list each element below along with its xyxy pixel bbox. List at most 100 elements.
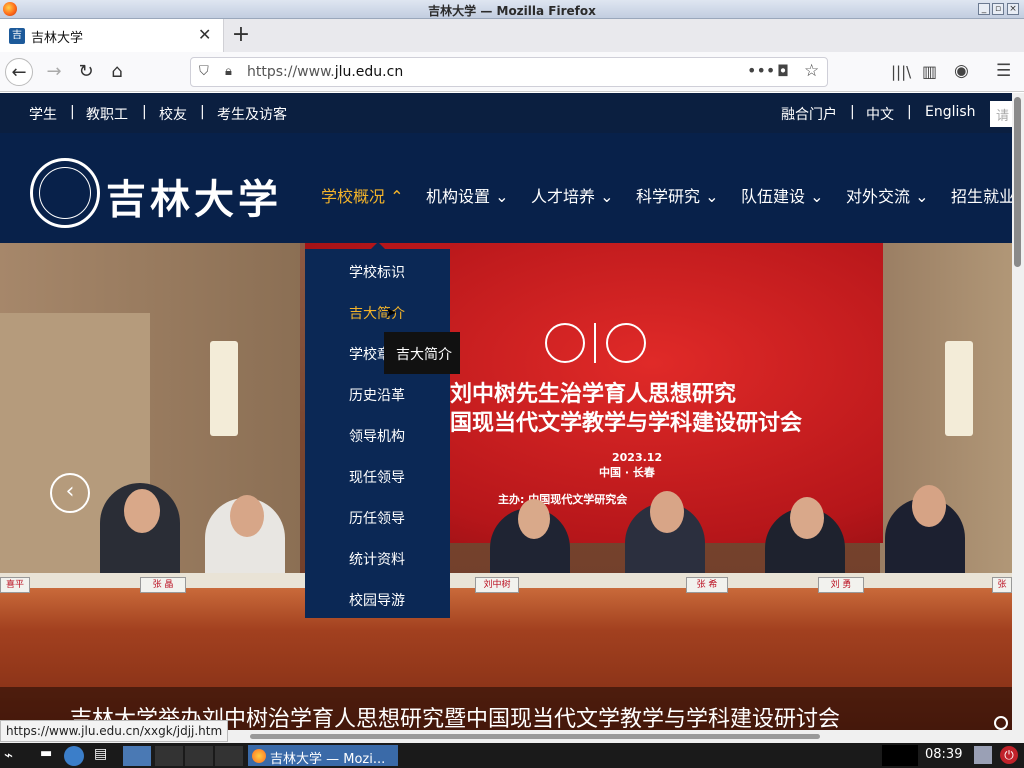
dropdown-item-former-leaders[interactable]: 历任领导 xyxy=(349,508,405,528)
user-switch-icon[interactable] xyxy=(974,746,992,764)
chevron-down-icon: ⌄ xyxy=(915,187,929,206)
menu-label: 招生就业 xyxy=(951,187,1012,206)
tab-title: 吉林大学 xyxy=(31,31,84,46)
horizontal-scroll-thumb[interactable] xyxy=(250,734,820,739)
file-manager-icon[interactable]: ▤ xyxy=(94,746,116,766)
banner-date: 2023.12 xyxy=(612,451,663,464)
url-text[interactable]: https://www.jlu.edu.cn xyxy=(247,64,403,80)
dropdown-item-campus-tour[interactable]: 校园导游 xyxy=(349,590,405,610)
link-english[interactable]: English xyxy=(925,104,976,120)
workspace-2[interactable] xyxy=(185,746,213,766)
start-menu-icon[interactable]: ⌁ xyxy=(4,746,30,766)
forward-button[interactable]: → xyxy=(40,58,68,86)
menu-label: 人才培养 xyxy=(531,187,596,206)
university-seal-logo[interactable] xyxy=(30,158,100,228)
close-tab-icon[interactable]: ✕ xyxy=(198,25,211,44)
workspace-1[interactable] xyxy=(155,746,183,766)
firefox-icon xyxy=(252,749,266,763)
hero-slider[interactable]: 刘中树先生治学育人思想研究 国现当代文学教学与学科建设研讨会 2023.12 中… xyxy=(0,243,1012,730)
nameplate: 刘 勇 xyxy=(818,577,864,593)
workspace-3[interactable] xyxy=(215,746,243,766)
separator: | xyxy=(850,104,855,120)
site-header: 吉林大学 学校概况 ⌃ 机构设置 ⌄ 人才培养 ⌄ 科学研究 ⌄ 队伍建设 ⌄ … xyxy=(0,133,1012,243)
wall-lamp xyxy=(210,341,238,436)
banner-place: 中国 · 长春 xyxy=(599,466,655,479)
bookmark-star-icon[interactable]: ☆ xyxy=(804,61,819,81)
menu-label: 机构设置 xyxy=(426,187,491,206)
slider-prev-button[interactable]: ‹ xyxy=(50,473,90,513)
wall-lamp xyxy=(945,341,973,436)
link-visitors[interactable]: 考生及访客 xyxy=(217,104,287,124)
sidebar-icon[interactable]: ▥ xyxy=(922,62,937,81)
dropdown-arrow xyxy=(371,242,385,249)
menu-research[interactable]: 科学研究 ⌄ xyxy=(636,183,719,207)
link-portal[interactable]: 融合门户 xyxy=(781,104,837,124)
shield-icon[interactable]: ⛉ xyxy=(199,64,209,79)
url-domain: jlu.edu.cn xyxy=(334,64,404,80)
slider-pause-button[interactable] xyxy=(994,716,1008,730)
chevron-down-icon: ⌄ xyxy=(600,187,614,206)
lock-icon[interactable]: 🔒︎ xyxy=(225,64,232,79)
url-bar[interactable]: ⛉ 🔒︎ https://www.jlu.edu.cn ••• ◘ ☆ xyxy=(190,57,828,87)
person-face xyxy=(124,489,160,533)
menu-departments[interactable]: 机构设置 ⌄ xyxy=(426,183,509,207)
chevron-down-icon: ⌄ xyxy=(495,187,509,206)
university-name-logo[interactable]: 吉林大学 xyxy=(106,167,282,225)
new-tab-button[interactable]: + xyxy=(230,22,252,47)
taskbar-task-label: 吉林大学 — Mozi... xyxy=(270,752,386,767)
window-titlebar: 吉林大学 — Mozilla Firefox _ ▫ × xyxy=(0,0,1024,19)
chevron-up-icon: ⌃ xyxy=(390,187,404,206)
browser-launcher-icon[interactable] xyxy=(64,746,84,766)
about-dropdown-menu: 学校标识 吉大简介 学校章 历史沿革 领导机构 现任领导 历任领导 统计资料 校… xyxy=(305,249,450,618)
menu-education[interactable]: 人才培养 ⌄ xyxy=(531,183,614,207)
separator: | xyxy=(200,104,205,120)
menu-about[interactable]: 学校概况 ⌃ xyxy=(321,183,404,207)
back-button[interactable]: ← xyxy=(5,58,33,86)
person-face xyxy=(790,497,824,539)
page-actions-icon[interactable]: ••• xyxy=(747,61,775,80)
window-title: 吉林大学 — Mozilla Firefox xyxy=(428,4,596,18)
navigation-toolbar: ← → ↻ ⌂ ⛉ 🔒︎ https://www.jlu.edu.cn ••• … xyxy=(0,52,1024,92)
separator: | xyxy=(907,104,912,120)
dropdown-item-history[interactable]: 历史沿革 xyxy=(349,385,405,405)
close-window-button[interactable]: × xyxy=(1007,3,1019,15)
menu-icon[interactable]: ☰ xyxy=(996,61,1011,81)
dropdown-item-leadership-bodies[interactable]: 领导机构 xyxy=(349,426,405,446)
person-face xyxy=(650,491,684,533)
show-desktop-icon[interactable]: ▬ xyxy=(40,746,58,766)
banner-title-line2: 国现当代文学教学与学科建设研讨会 xyxy=(450,411,803,436)
link-students[interactable]: 学生 xyxy=(29,104,57,124)
menu-faculty[interactable]: 队伍建设 ⌄ xyxy=(741,183,824,207)
menu-admissions[interactable]: 招生就业 xyxy=(951,183,1012,207)
banner-divider xyxy=(594,323,596,363)
dropdown-item-statistics[interactable]: 统计资料 xyxy=(349,549,405,569)
vertical-scroll-thumb[interactable] xyxy=(1014,97,1021,267)
menu-label: 队伍建设 xyxy=(741,187,806,206)
taskbar-firefox-window[interactable]: 吉林大学 — Mozi... xyxy=(248,745,398,767)
browser-tab[interactable]: 吉 吉林大学 ✕ xyxy=(0,19,224,52)
link-alumni[interactable]: 校友 xyxy=(159,104,187,124)
site-favicon-icon: 吉 xyxy=(9,28,25,44)
banner-title-line1: 刘中树先生治学育人思想研究 xyxy=(450,382,737,407)
menu-international[interactable]: 对外交流 ⌄ xyxy=(846,183,929,207)
menu-label: 对外交流 xyxy=(846,187,911,206)
pocket-icon[interactable]: ◘ xyxy=(777,62,789,80)
nameplate: 张 xyxy=(992,577,1012,593)
mouse-cursor-icon: ➤ xyxy=(385,305,397,321)
library-icon[interactable]: |||\ xyxy=(891,63,911,81)
link-chinese[interactable]: 中文 xyxy=(866,104,894,124)
firefox-launcher-icon[interactable] xyxy=(123,746,151,766)
separator: | xyxy=(142,104,147,120)
minimize-button[interactable]: _ xyxy=(978,3,990,15)
power-icon[interactable]: ⏻ xyxy=(1000,746,1018,764)
home-button[interactable]: ⌂ xyxy=(103,58,131,86)
taskbar-clock[interactable]: 08:39 xyxy=(925,747,962,762)
account-icon[interactable]: ◉ xyxy=(954,61,969,81)
maximize-button[interactable]: ▫ xyxy=(992,3,1004,15)
nameplate: 喜平 xyxy=(0,577,30,593)
dropdown-item-identity[interactable]: 学校标识 xyxy=(349,262,405,282)
vertical-scrollbar[interactable] xyxy=(1012,93,1024,743)
dropdown-item-current-leaders[interactable]: 现任领导 xyxy=(349,467,405,487)
link-staff[interactable]: 教职工 xyxy=(86,104,128,124)
reload-button[interactable]: ↻ xyxy=(72,58,100,86)
